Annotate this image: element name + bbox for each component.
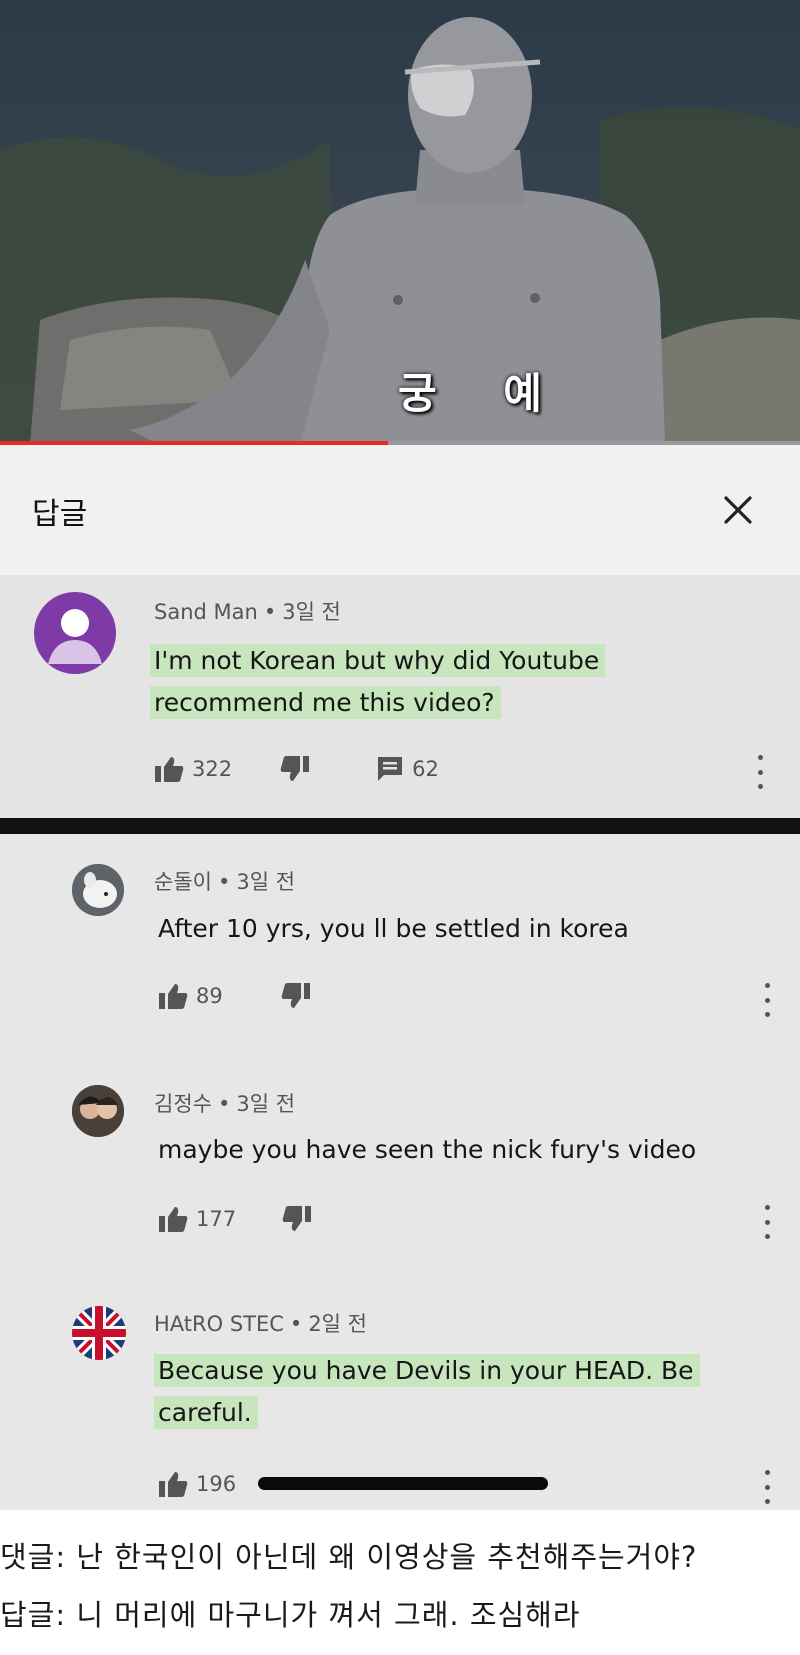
comment-icon [378, 757, 403, 781]
comment-line: recommend me this video? [150, 686, 501, 719]
comment-meta: 순돌이 • 3일 전 [154, 870, 296, 894]
like-button[interactable]: 196 [158, 1470, 236, 1498]
comment-meta: HAtRO STEC • 2일 전 [154, 1312, 367, 1336]
comment-actions: 196 [158, 1470, 236, 1498]
reply-count: 62 [412, 757, 439, 781]
close-icon [724, 496, 752, 524]
uk-flag-icon [72, 1306, 126, 1360]
comment-time: 2일 전 [308, 1312, 367, 1336]
home-indicator[interactable] [258, 1477, 548, 1490]
thumbs-down-icon [281, 983, 310, 1008]
like-count: 89 [196, 984, 223, 1008]
comment-body: I'm not Korean but why did Youtube recom… [150, 640, 606, 724]
screenshot-divider [0, 818, 800, 834]
like-count: 177 [196, 1207, 237, 1231]
like-count: 196 [196, 1472, 237, 1496]
thumbs-down-icon [282, 1206, 312, 1231]
reply-count-button[interactable]: 62 [376, 755, 439, 783]
photo-avatar-icon [72, 1085, 124, 1137]
default-user-icon [48, 609, 102, 664]
like-button[interactable]: 177 [158, 1205, 236, 1233]
like-button[interactable]: 89 [158, 982, 223, 1010]
comment-body: maybe you have seen the nick fury's vide… [158, 1129, 696, 1171]
comment-actions: 89 [158, 982, 311, 1010]
comment-body: Because you have Devils in your HEAD. Be… [154, 1350, 700, 1434]
comment-actions: 322 62 [154, 755, 439, 783]
comment-line: Because you have Devils in your HEAD. Be [154, 1354, 700, 1387]
thumbs-up-icon [159, 1207, 188, 1232]
thumbs-up-icon [159, 984, 188, 1009]
thumbs-up-icon [159, 1472, 188, 1497]
thumbs-down-icon [280, 756, 310, 781]
avatar[interactable] [72, 1085, 124, 1137]
video-subtitle: 궁 예 [398, 369, 568, 418]
comment-time: 3일 전 [236, 1092, 296, 1116]
caption-comment-line: 댓글: 난 한국인이 아닌데 왜 이영상을 추천해주는거야? [0, 1540, 698, 1574]
video-player[interactable]: 궁 예 [0, 0, 800, 445]
comment-line: After 10 yrs, you ll be settled in korea [158, 914, 629, 943]
comment-line: maybe you have seen the nick fury's vide… [158, 1135, 697, 1164]
comment-time: 3일 전 [236, 870, 296, 894]
comment-time: 3일 전 [282, 600, 341, 624]
comment-author[interactable]: 순돌이 [154, 870, 212, 894]
caption-reply-line: 답글: 니 머리에 마구니가 껴서 그래. 조심해라 [0, 1598, 581, 1632]
dislike-button[interactable] [281, 982, 311, 1010]
comment-actions: 177 [158, 1205, 312, 1233]
dog-avatar-icon [72, 864, 124, 916]
more-options-button[interactable] [753, 755, 767, 789]
dislike-button[interactable] [280, 755, 310, 783]
comment-meta: 김정수 • 3일 전 [154, 1092, 296, 1116]
comment-author[interactable]: Sand Man [154, 600, 258, 624]
more-options-button[interactable] [760, 1205, 774, 1239]
comment-meta: Sand Man • 3일 전 [154, 600, 341, 624]
like-count: 322 [192, 757, 233, 781]
more-options-button[interactable] [760, 983, 774, 1017]
avatar[interactable] [72, 864, 124, 916]
avatar[interactable] [72, 1306, 126, 1360]
comment-author[interactable]: HAtRO STEC [154, 1312, 284, 1336]
dislike-button[interactable] [282, 1205, 312, 1233]
replies-header: 답글 [0, 445, 800, 575]
like-button[interactable]: 322 [154, 755, 232, 783]
comment-line: careful. [154, 1396, 258, 1429]
thumbs-up-icon [155, 757, 184, 782]
caption-area: 댓글: 난 한국인이 아닌데 왜 이영상을 추천해주는거야? 답글: 니 머리에… [0, 1510, 800, 1655]
replies-title: 답글 [32, 497, 88, 532]
more-options-button[interactable] [760, 1470, 774, 1504]
close-button[interactable] [718, 490, 758, 530]
comment-author[interactable]: 김정수 [154, 1092, 212, 1116]
comment-body: After 10 yrs, you ll be settled in korea [158, 908, 629, 950]
avatar[interactable] [34, 592, 116, 674]
comment-line: I'm not Korean but why did Youtube [150, 644, 606, 677]
